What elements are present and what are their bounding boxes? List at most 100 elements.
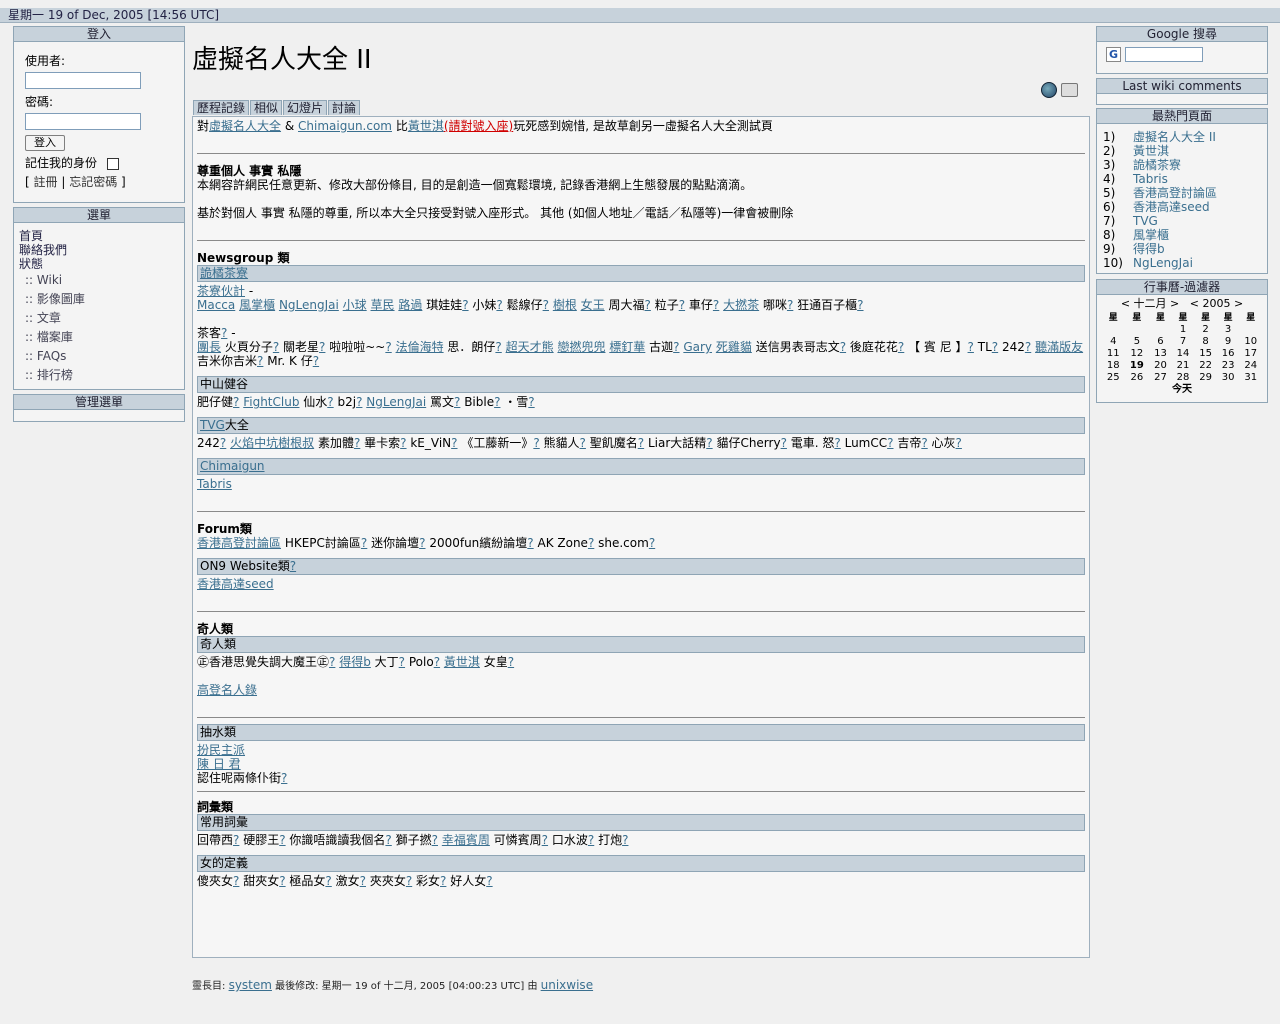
missing-page-link[interactable]: ?: [956, 436, 962, 450]
calendar-day[interactable]: 27: [1149, 372, 1172, 384]
calendar-day[interactable]: 22: [1194, 360, 1217, 372]
calendar-day[interactable]: 19: [1125, 360, 1150, 372]
missing-page-link[interactable]: ?: [673, 340, 679, 354]
calendar-day[interactable]: 6: [1149, 336, 1172, 348]
calendar-day[interactable]: 3: [1217, 324, 1240, 336]
missing-page-link[interactable]: ?: [528, 395, 534, 409]
menu-home[interactable]: 首頁: [19, 229, 179, 243]
calendar-day[interactable]: 13: [1149, 348, 1172, 360]
menu-contact[interactable]: 聯絡我們: [19, 243, 179, 257]
popular-link[interactable]: 風掌櫃: [1133, 228, 1169, 242]
tvg-link[interactable]: TVG: [200, 418, 225, 432]
wiki-link[interactable]: 黃世淇: [444, 655, 480, 669]
wiki-link[interactable]: 路過: [398, 298, 422, 312]
missing-page-link[interactable]: ?: [313, 354, 319, 368]
calendar-day[interactable]: 25: [1102, 372, 1125, 384]
popular-link[interactable]: TVG: [1133, 214, 1158, 228]
chimaigun-link[interactable]: Chimaigun: [200, 459, 265, 473]
admin-menu-title[interactable]: 管理選單: [14, 395, 184, 410]
menu-rankings[interactable]: :: 排行榜: [19, 366, 179, 385]
calendar-day[interactable]: 16: [1217, 348, 1240, 360]
popular-link[interactable]: 詭橘茶寮: [1133, 158, 1181, 172]
wiki-link[interactable]: 戀撚兜兜: [557, 340, 605, 354]
wiki-link[interactable]: 大撚茶: [723, 298, 759, 312]
wiki-link[interactable]: Macca: [197, 298, 235, 312]
calendar-day[interactable]: 12: [1125, 348, 1150, 360]
popular-link[interactable]: Tabris: [1133, 172, 1168, 186]
wiki-link[interactable]: 法倫海特: [396, 340, 444, 354]
wiki-comments-title[interactable]: Last wiki comments: [1097, 79, 1267, 94]
menu-articles[interactable]: :: 文章: [19, 309, 179, 328]
google-search-input[interactable]: [1124, 47, 1203, 62]
calendar-day[interactable]: 17: [1239, 348, 1262, 360]
calendar-month-nav[interactable]: < 十二月 >: [1121, 297, 1179, 310]
calendar-day[interactable]: 31: [1239, 372, 1262, 384]
wiki-link[interactable]: NgLengJai: [279, 298, 339, 312]
wiki-link[interactable]: 死雞貓: [716, 340, 752, 354]
popular-link[interactable]: 虛擬名人大全 II: [1133, 130, 1216, 144]
calendar-day[interactable]: 5: [1125, 336, 1150, 348]
popular-link[interactable]: 香港高登討論區: [1133, 186, 1217, 200]
wiki-link[interactable]: 香港高登討論區: [197, 536, 281, 550]
water-link-2[interactable]: 陳 日 君: [197, 757, 241, 771]
calendar-day[interactable]: 14: [1172, 348, 1195, 360]
gundam-seed-link[interactable]: 香港高達seed: [197, 577, 274, 591]
calendar-day[interactable]: 20: [1149, 360, 1172, 372]
forgot-password-link[interactable]: 忘記密碼: [69, 175, 117, 189]
calendar-day[interactable]: 18: [1102, 360, 1125, 372]
intro-red-note[interactable]: (請對號入座): [444, 119, 513, 133]
wiki-link[interactable]: NgLengJai: [366, 395, 426, 409]
menu-gallery[interactable]: :: 影像圖庫: [19, 290, 179, 309]
calendar-day[interactable]: 2: [1194, 324, 1217, 336]
calendar-day[interactable]: 21: [1172, 360, 1195, 372]
intro-link-3[interactable]: 黃世淇: [408, 119, 444, 133]
menu-wiki[interactable]: :: Wiki: [19, 271, 179, 290]
wiki-link[interactable]: 聽滿版友: [1035, 340, 1083, 354]
login-button[interactable]: 登入: [25, 135, 65, 151]
menu-status[interactable]: 狀態: [19, 257, 179, 271]
missing-page-link[interactable]: ?: [508, 655, 514, 669]
globe-icon[interactable]: [1041, 82, 1057, 98]
calendar-today-link[interactable]: 今天: [1097, 384, 1267, 396]
missing-page-link[interactable]: ?: [385, 340, 391, 354]
register-link[interactable]: 註冊: [34, 175, 58, 189]
wiki-link[interactable]: 風掌櫃: [239, 298, 275, 312]
footer-editor-link[interactable]: unixwise: [541, 978, 593, 992]
tab-slideshow[interactable]: 幻燈片: [283, 100, 328, 115]
missing-page-link[interactable]: ?: [649, 536, 655, 550]
cafe-link[interactable]: 詭橘茶寮: [200, 266, 248, 280]
water-link-1[interactable]: 扮民主派: [197, 743, 245, 757]
popular-link[interactable]: 得得b: [1133, 242, 1165, 256]
calendar-day[interactable]: 26: [1125, 372, 1150, 384]
calendar-day[interactable]: 7: [1172, 336, 1195, 348]
missing-page-link[interactable]: ?: [486, 874, 492, 888]
missing-page-link[interactable]: ?: [495, 340, 501, 354]
menu-files[interactable]: :: 檔案庫: [19, 328, 179, 347]
wiki-link[interactable]: 團長: [197, 340, 221, 354]
calendar-day[interactable]: 23: [1217, 360, 1240, 372]
calendar-day[interactable]: 4: [1102, 336, 1125, 348]
tab-discuss[interactable]: 討論: [328, 100, 361, 115]
wiki-link[interactable]: 草民: [371, 298, 395, 312]
wiki-link[interactable]: 得得b: [339, 655, 371, 669]
calendar-day[interactable]: 15: [1194, 348, 1217, 360]
calendar-day[interactable]: 30: [1217, 372, 1240, 384]
password-input[interactable]: [25, 113, 141, 130]
wiki-link[interactable]: FightClub: [243, 395, 299, 409]
calendar-day[interactable]: 28: [1172, 372, 1195, 384]
print-icon[interactable]: [1061, 83, 1078, 97]
popular-link[interactable]: 香港高達seed: [1133, 200, 1210, 214]
calendar-day[interactable]: 9: [1217, 336, 1240, 348]
calendar-day[interactable]: 24: [1239, 360, 1262, 372]
wiki-link[interactable]: 樹根: [553, 298, 577, 312]
cafe-staff-link[interactable]: 茶寮伙計: [197, 284, 245, 298]
calendar-day[interactable]: 10: [1239, 336, 1262, 348]
intro-link-1[interactable]: 虛擬名人大全: [209, 119, 281, 133]
popular-link[interactable]: 黃世淇: [1133, 144, 1169, 158]
calendar-day[interactable]: 29: [1194, 372, 1217, 384]
intro-link-2[interactable]: Chimaigun.com: [298, 119, 392, 133]
calendar-day[interactable]: 11: [1102, 348, 1125, 360]
calendar-day[interactable]: 1: [1172, 324, 1195, 336]
tab-history[interactable]: 歷程記錄: [193, 100, 250, 115]
tab-similar[interactable]: 相似: [250, 100, 283, 115]
